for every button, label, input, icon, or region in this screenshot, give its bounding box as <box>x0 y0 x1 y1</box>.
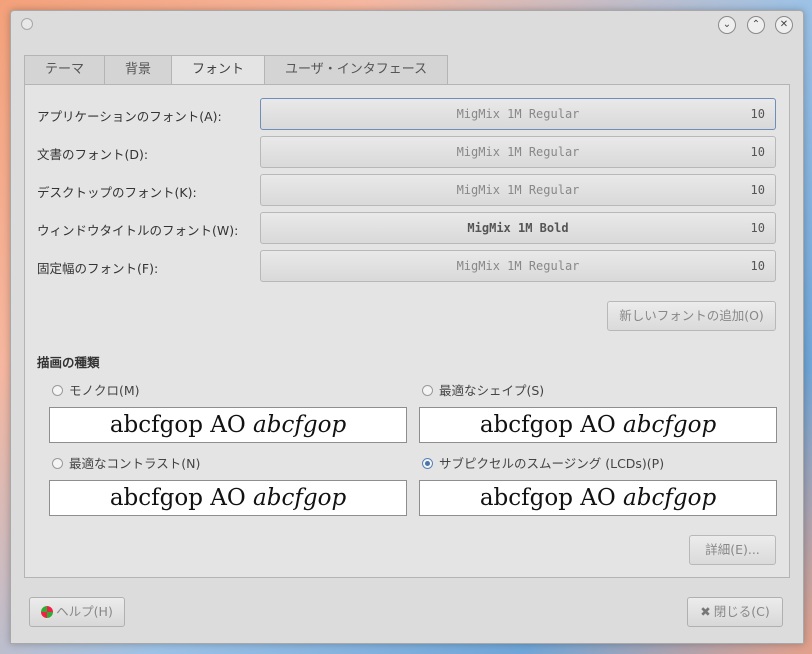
application-font-label: アプリケーションのフォント(A): <box>37 109 222 124</box>
details-button[interactable]: 詳細(E)... <box>689 535 776 565</box>
font-size: 10 <box>750 221 765 235</box>
help-button[interactable]: ヘルプ(H) <box>29 597 125 627</box>
preview-monochrome: abcfgop AO abcfgop <box>49 407 407 443</box>
monospace-font-button[interactable]: MigMix 1M Regular 10 <box>260 250 776 282</box>
preview-regular-text: abcfgop AO <box>109 485 254 511</box>
radio-indicator-selected <box>422 458 433 469</box>
document-font-label: 文書のフォント(D): <box>37 147 149 162</box>
settings-notebook: テーマ 背景 フォント ユーザ・インタフェース アプリケーションのフォント(A)… <box>24 55 790 578</box>
fonts-pane: アプリケーションのフォント(A): MigMix 1M Regular 10 文… <box>24 84 790 578</box>
radio-best-contrast[interactable]: 最適なコントラスト(N) <box>52 453 200 472</box>
font-name: MigMix 1M Bold <box>467 221 569 235</box>
font-size: 10 <box>750 107 765 121</box>
radio-label: サブピクセルのスムージング (LCDs)(P) <box>439 456 665 471</box>
minimize-icon[interactable]: ⌄ <box>718 16 736 34</box>
preview-italic-text: abcfgop <box>623 485 717 511</box>
radio-best-shape[interactable]: 最適なシェイプ(S) <box>422 380 544 399</box>
radio-label: 最適なコントラスト(N) <box>69 456 201 471</box>
preview-best-shape: abcfgop AO abcfgop <box>419 407 777 443</box>
close-x-icon: ✖ <box>700 604 711 619</box>
tab-background[interactable]: 背景 <box>104 55 173 84</box>
radio-label: モノクロ(M) <box>69 383 140 398</box>
close-icon[interactable]: ✕ <box>775 16 793 34</box>
preview-regular-text: abcfgop AO <box>479 412 624 438</box>
preview-best-contrast: abcfgop AO abcfgop <box>49 480 407 516</box>
window-menu-icon[interactable] <box>21 18 33 30</box>
title-bar: ⌄ ⌃ ✕ <box>11 11 803 41</box>
font-name: MigMix 1M Regular <box>456 107 580 121</box>
font-name: MigMix 1M Regular <box>456 259 580 273</box>
preview-subpixel: abcfgop AO abcfgop <box>419 480 777 516</box>
desktop-font-button[interactable]: MigMix 1M Regular 10 <box>260 174 776 206</box>
font-name: MigMix 1M Regular <box>456 145 580 159</box>
radio-indicator <box>422 385 433 396</box>
radio-subpixel[interactable]: サブピクセルのスムージング (LCDs)(P) <box>422 453 664 472</box>
help-label: ヘルプ(H) <box>56 604 113 619</box>
window-title-font-button[interactable]: MigMix 1M Bold 10 <box>260 212 776 244</box>
font-size: 10 <box>750 183 765 197</box>
tab-fonts[interactable]: フォント <box>171 55 266 86</box>
help-icon <box>41 606 54 618</box>
close-button[interactable]: ✖ 閉じる(C) <box>687 597 783 627</box>
radio-indicator <box>52 458 63 469</box>
application-font-button[interactable]: MigMix 1M Regular 10 <box>260 98 776 130</box>
radio-monochrome[interactable]: モノクロ(M) <box>52 380 140 399</box>
desktop-font-label: デスクトップのフォント(K): <box>37 185 197 200</box>
add-font-button[interactable]: 新しいフォントの追加(O) <box>607 301 776 331</box>
appearance-dialog: ⌄ ⌃ ✕ テーマ 背景 フォント ユーザ・インタフェース アプリケーションのフ… <box>10 10 804 644</box>
preview-italic-text: abcfgop <box>253 485 347 511</box>
rendering-heading: 描画の種類 <box>37 355 100 370</box>
radio-label: 最適なシェイプ(S) <box>439 383 545 398</box>
radio-indicator <box>52 385 63 396</box>
tab-theme[interactable]: テーマ <box>24 55 106 84</box>
tab-user-interface[interactable]: ユーザ・インタフェース <box>264 55 449 84</box>
preview-italic-text: abcfgop <box>253 412 347 438</box>
maximize-icon[interactable]: ⌃ <box>747 16 765 34</box>
font-name: MigMix 1M Regular <box>456 183 580 197</box>
preview-regular-text: abcfgop AO <box>109 412 254 438</box>
tab-bar: テーマ 背景 フォント ユーザ・インタフェース <box>24 55 449 86</box>
preview-italic-text: abcfgop <box>623 412 717 438</box>
preview-regular-text: abcfgop AO <box>479 485 624 511</box>
window-title-font-label: ウィンドウタイトルのフォント(W): <box>37 223 239 238</box>
close-label: 閉じる(C) <box>713 604 770 619</box>
font-size: 10 <box>750 259 765 273</box>
font-size: 10 <box>750 145 765 159</box>
monospace-font-label: 固定幅のフォント(F): <box>37 261 159 276</box>
document-font-button[interactable]: MigMix 1M Regular 10 <box>260 136 776 168</box>
